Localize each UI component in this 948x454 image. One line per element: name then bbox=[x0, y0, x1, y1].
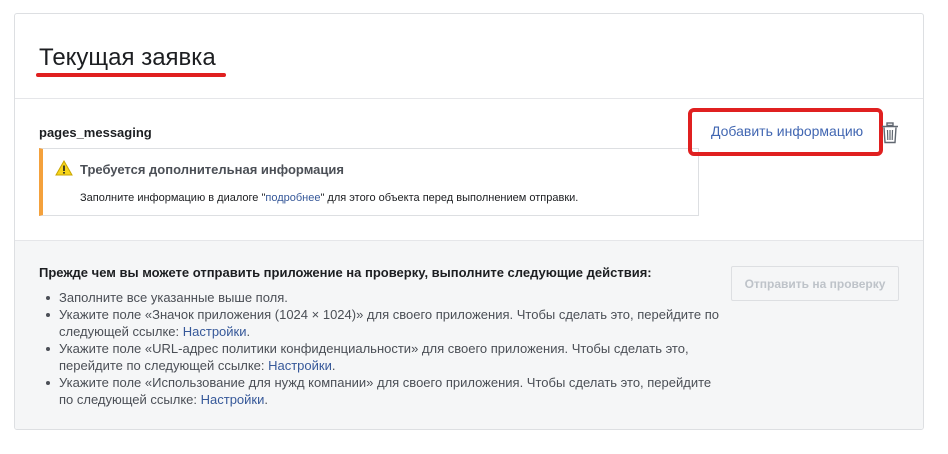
submit-for-review-button[interactable]: Отправить на проверку bbox=[731, 266, 899, 301]
step-period: . bbox=[331, 358, 336, 373]
notice-text-before: Заполните информацию в диалоге " bbox=[80, 192, 266, 204]
notice-text-after: " для этого объекта перед выполнением от… bbox=[320, 192, 579, 204]
notice-text: Заполните информацию в диалоге "подробне… bbox=[80, 192, 578, 204]
list-item: Укажите поле «Использование для нужд ком… bbox=[39, 374, 719, 408]
current-request-card: Текущая заявка pages_messaging Требуется… bbox=[14, 13, 924, 430]
settings-link[interactable]: Настройки bbox=[183, 324, 247, 339]
list-item: Укажите поле «Значок приложения (1024 × … bbox=[39, 306, 719, 340]
submission-footer: Прежде чем вы можете отправить приложени… bbox=[15, 240, 923, 429]
step-text: Укажите поле «Значок приложения (1024 × … bbox=[59, 307, 719, 339]
page-title: Текущая заявка bbox=[39, 44, 216, 71]
list-item: Заполните все указанные выше поля. bbox=[39, 289, 719, 306]
settings-link[interactable]: Настройки bbox=[268, 358, 332, 373]
step-period: . bbox=[246, 324, 251, 339]
list-item: Укажите поле «URL-адрес политики конфиде… bbox=[39, 340, 719, 374]
trash-icon[interactable] bbox=[881, 122, 899, 144]
requirements-list: Заполните все указанные выше поля. Укажи… bbox=[39, 289, 719, 408]
notice-title: Требуется дополнительная информация bbox=[80, 162, 344, 177]
card-header: Текущая заявка bbox=[15, 14, 923, 99]
warning-triangle-icon bbox=[55, 160, 73, 176]
permission-name: pages_messaging bbox=[39, 125, 152, 140]
step-text: Заполните все указанные выше поля. bbox=[59, 290, 288, 305]
requirements-heading: Прежде чем вы можете отправить приложени… bbox=[39, 265, 652, 280]
add-info-link[interactable]: Добавить информацию bbox=[711, 123, 863, 139]
step-text: Укажите поле «Использование для нужд ком… bbox=[59, 375, 712, 407]
settings-link[interactable]: Настройки bbox=[201, 392, 265, 407]
step-text: Укажите поле «URL-адрес политики конфиде… bbox=[59, 341, 689, 373]
title-underline-annotation bbox=[36, 73, 226, 77]
details-link[interactable]: подробнее bbox=[265, 192, 320, 204]
additional-info-notice: Требуется дополнительная информация Запо… bbox=[39, 148, 699, 216]
step-period: . bbox=[264, 392, 268, 407]
